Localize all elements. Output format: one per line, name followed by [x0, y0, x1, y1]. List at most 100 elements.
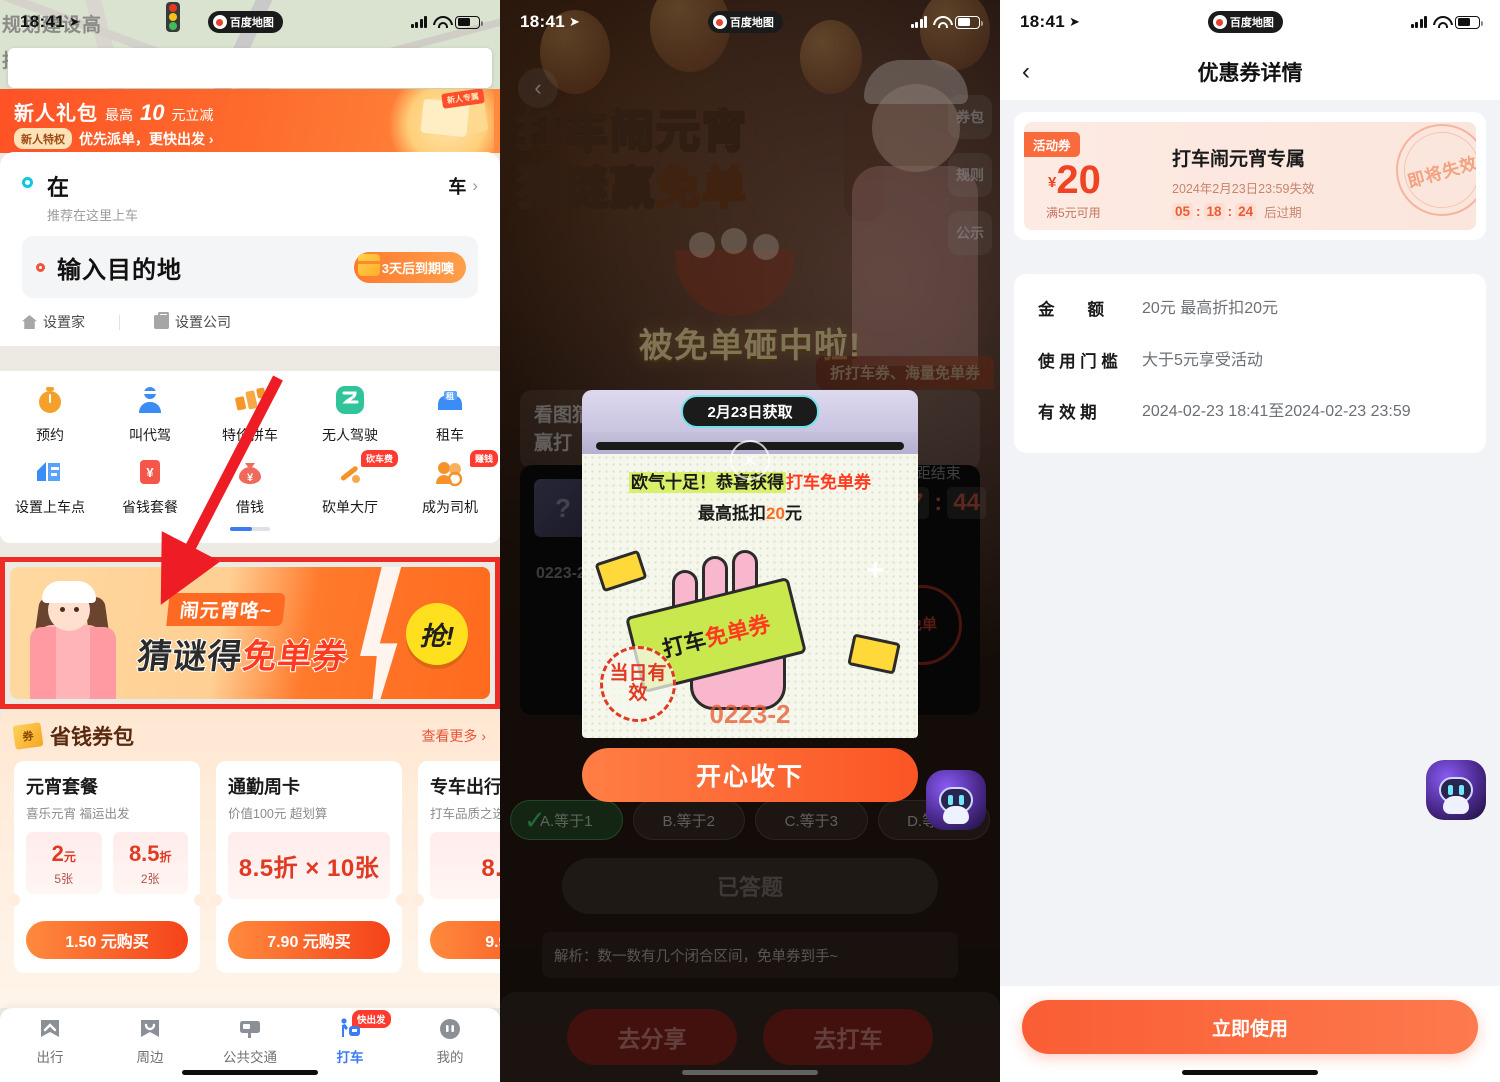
promo-grab-button[interactable]: 抢! [406, 603, 468, 665]
valid-today-seal: 当日有效 [600, 646, 676, 722]
quick-shortcuts: 设置家 设置公司 [22, 312, 478, 332]
coupon-card-name: 元宵套餐 [26, 777, 98, 797]
coupon-section-title: 省钱券包 [50, 726, 134, 749]
coupon-buy-button[interactable]: 9.90 元 [430, 921, 500, 959]
tab-nearby[interactable]: 周边 [100, 1017, 200, 1066]
driver-icon [131, 381, 169, 419]
destination-dot-icon [36, 262, 45, 272]
tab-travel[interactable]: 出行 [0, 1017, 100, 1066]
grid-item-carpool[interactable]: 特价拼车 [200, 381, 300, 445]
info-key: 有 效 期 [1038, 404, 1097, 423]
grid-item-become-driver[interactable]: 赚钱 成为司机 [400, 450, 500, 517]
modal-header: 2月23日获取 [582, 390, 918, 432]
tab-public-transit[interactable]: 公共交通 [200, 1017, 300, 1066]
coupon-view-more[interactable]: 查看更多 › [421, 726, 486, 746]
nav-bar: ‹ 优惠券详情 [1000, 44, 1500, 100]
stopwatch-icon [31, 381, 69, 419]
coupon-card[interactable]: 通勤周卡 价值100元 超划算 8.5折 × 10张 7.90 元购买 [210, 761, 408, 973]
info-row-amount: 金 额 20元 最高折扣20元 [1038, 296, 1462, 322]
page-title: 优惠券详情 [1197, 62, 1303, 85]
coupon-card-list[interactable]: 元宵套餐 喜乐元宵 福运出发 2元 5张 8.5折 2张 1.50 元购买 通勤… [8, 761, 500, 973]
modal-body: 欧气十足！恭喜获得打车免单券 最高抵扣20元 + + 打车免单券 [582, 454, 918, 738]
bookmark-icon [138, 1017, 162, 1041]
new-user-gift-banner[interactable]: 新人礼包 最高 10 元立减 新人特权 优先派单，更快出发 › 新人专属 [0, 89, 500, 153]
coupon-card-desc: 打车品质之选 [430, 807, 500, 821]
close-icon[interactable]: × [730, 440, 770, 480]
shortcut-home[interactable]: 设置家 [22, 312, 119, 332]
home-icon [22, 315, 37, 329]
back-button[interactable]: ‹ [1022, 58, 1030, 86]
app-brand-pill: 百度地图 [707, 11, 783, 33]
search-input[interactable] [8, 48, 492, 88]
coin-decor [847, 633, 901, 675]
grid-item-saving-package[interactable]: ¥ 省钱套餐 [100, 453, 200, 517]
panel-map-home: 规划建设高 技 18:41 ➤ 百度地图 新人礼包 最高 10 元立减 新人特权 [0, 0, 500, 1082]
rentcar-icon: 租 [431, 381, 469, 419]
tab-profile[interactable]: 我的 [400, 1017, 500, 1066]
grid-item-reserve[interactable]: 预约 [0, 381, 100, 445]
grid-item-designated-driver[interactable]: 叫代驾 [100, 381, 200, 445]
destination-input[interactable]: 输入目的地 3天后到期噢 [22, 236, 478, 298]
pickup-right-label[interactable]: 车 › [448, 173, 478, 199]
promo-girl-illustration [22, 579, 118, 699]
profile-icon [438, 1017, 462, 1041]
map-pin-icon [712, 15, 727, 29]
ai-assistant-icon[interactable] [1426, 760, 1486, 820]
home-indicator [182, 1070, 318, 1075]
plus-decor: + [866, 554, 884, 587]
gift-illustration: 新人专属 [376, 89, 494, 153]
coupon-condition: 满5元可用 [1046, 206, 1101, 220]
use-now-button[interactable]: 立即使用 [1022, 1000, 1478, 1054]
grid-item-rentcar[interactable]: 租 租车 [400, 381, 500, 445]
coupon-expiry-pill[interactable]: 3天后到期噢 [353, 251, 466, 283]
coupon-card[interactable]: 元宵套餐 喜乐元宵 福运出发 2元 5张 8.5折 2张 1.50 元购买 [8, 761, 206, 973]
ai-assistant-icon[interactable] [926, 770, 986, 830]
service-grid: 预约 叫代驾 特价拼车 无人驾驶 租 租车 设置上车点 ¥ 省钱套餐 ¥ 借钱 … [0, 381, 500, 517]
promo-banner-highlight: 闹元宵咯~ 猜谜得免单券 抢! [0, 557, 500, 709]
coupon-info-card: 金 额 20元 最高折扣20元 使 用 门 槛 大于5元享受活动 有 效 期 2… [1014, 274, 1486, 453]
grid-pager[interactable] [230, 527, 270, 531]
grid-item-pickup-point[interactable]: 设置上车点 [0, 453, 100, 517]
new-user-subline: 新人特权 优先派单，更快出发 › [14, 128, 214, 149]
wifi-icon [433, 16, 449, 28]
grid-item-robotaxi[interactable]: 无人驾驶 [300, 381, 400, 445]
coupon-buy-button[interactable]: 1.50 元购买 [26, 921, 188, 959]
status-bar: 18:41 ➤ 百度地图 [0, 0, 500, 44]
coupon-amount: ¥ 20 [1048, 158, 1101, 202]
info-value: 20元 最高折扣20元 [1142, 300, 1279, 317]
map-pin-icon [1212, 15, 1227, 29]
coupon-value: 8.5折 2张 [112, 832, 188, 894]
modal-subline: 最高抵扣20元 [698, 504, 802, 523]
promo-tagline: 闹元宵咯~ [166, 593, 286, 626]
promo-banner[interactable]: 闹元宵咯~ 猜谜得免单券 抢! [10, 567, 490, 699]
coupon-summary-card: 活动券 ¥ 20 满5元可用 打车闹元宵专属 2024年2月23日23:59失效… [1014, 112, 1486, 240]
coupon-card[interactable]: 专车出行 打车品质之选 8.5折 9.90 元 [412, 761, 500, 973]
coupon-value: 8.5折 × 10张 [228, 832, 390, 899]
app-brand-pill: 百度地图 [207, 11, 283, 33]
status-bar: 18:41 ➤ 百度地图 [500, 0, 1000, 44]
destination-placeholder: 输入目的地 [57, 256, 182, 284]
shortcut-company[interactable]: 设置公司 [154, 312, 265, 332]
info-key: 使 用 门 槛 [1038, 352, 1118, 371]
divider [119, 314, 120, 330]
coupon-card-desc: 价值100元 超划算 [228, 807, 328, 821]
svg-text:¥: ¥ [146, 465, 154, 480]
pickup-row[interactable]: 在 车 › [22, 170, 478, 202]
status-time: 18:41 ➤ [520, 12, 581, 31]
grid-item-bargain-hall[interactable]: 砍车费 砍单大厅 [300, 450, 400, 517]
hail-taxi-icon [338, 1017, 362, 1041]
signal-icon [410, 16, 427, 28]
coupon-buy-button[interactable]: 7.90 元购买 [228, 921, 390, 959]
chevron-right-icon: › [472, 176, 478, 195]
battery-icon [955, 15, 983, 29]
grid-item-borrow[interactable]: ¥ 借钱 [200, 453, 300, 517]
pickup-title: 在 [47, 175, 70, 200]
status-indicators [910, 15, 983, 29]
accept-reward-button[interactable]: 开心收下 [582, 748, 918, 802]
become-driver-icon [431, 453, 469, 491]
pickup-subtitle: 推荐在这里上车 [47, 208, 139, 223]
service-grid-card: 预约 叫代驾 特价拼车 无人驾驶 租 租车 设置上车点 ¥ 省钱套餐 ¥ 借钱 … [0, 371, 500, 543]
tab-hail-taxi[interactable]: 快出发 打车 [300, 1010, 400, 1066]
wifi-icon [933, 16, 949, 28]
map-pin-icon [212, 15, 227, 29]
